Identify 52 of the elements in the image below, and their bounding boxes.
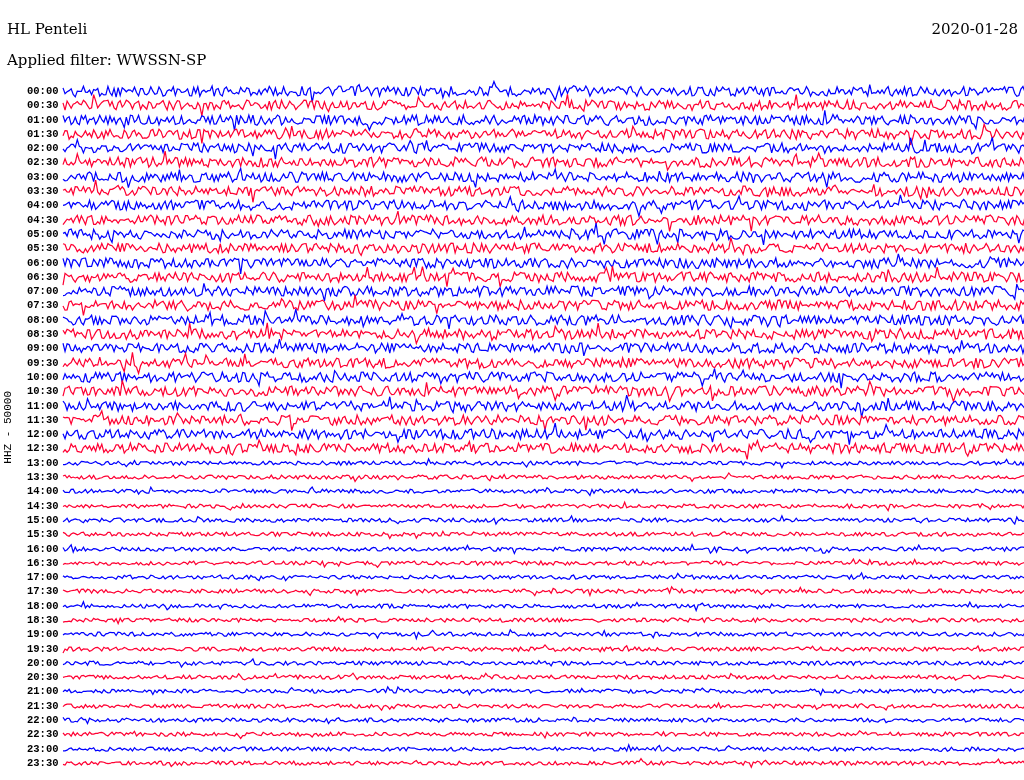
time-label: 03:00 xyxy=(26,169,60,185)
time-label: 15:30 xyxy=(26,527,60,542)
time-label: 13:30 xyxy=(26,470,60,485)
time-label: 06:30 xyxy=(26,269,60,285)
time-label: 10:30 xyxy=(26,384,60,399)
time-label: 03:30 xyxy=(26,184,60,199)
time-label: 04:30 xyxy=(26,212,60,227)
time-label: 00:30 xyxy=(26,98,60,113)
time-label: 16:30 xyxy=(26,555,60,571)
time-label: 13:00 xyxy=(26,455,60,470)
time-label: 08:30 xyxy=(26,327,60,342)
time-label: 08:00 xyxy=(26,312,60,328)
time-label: 09:30 xyxy=(26,355,60,370)
time-label: 01:00 xyxy=(26,112,60,127)
station-title: HL Penteli xyxy=(7,19,88,40)
time-label: 02:00 xyxy=(26,141,60,156)
time-label: 06:00 xyxy=(26,255,60,270)
time-label: 11:00 xyxy=(26,398,60,413)
time-label: 21:00 xyxy=(26,684,60,699)
time-label: 04:00 xyxy=(26,198,60,213)
time-label: 05:00 xyxy=(26,226,60,242)
time-label: 15:00 xyxy=(26,512,60,528)
time-label: 09:00 xyxy=(26,341,60,356)
time-label: 23:00 xyxy=(26,741,60,756)
filter-label: Applied filter: WWSSN-SP xyxy=(7,50,207,69)
time-label: 22:00 xyxy=(26,713,60,728)
time-label: 22:30 xyxy=(26,727,60,742)
time-label: 01:30 xyxy=(26,126,60,142)
time-label: 07:00 xyxy=(26,284,60,299)
date-label: 2020-01-28 xyxy=(931,19,1018,40)
time-label: 11:30 xyxy=(26,412,60,428)
time-label: 12:00 xyxy=(26,427,60,442)
time-label: 14:00 xyxy=(26,484,60,499)
time-label: 17:30 xyxy=(26,584,60,599)
time-label: 12:30 xyxy=(26,441,60,456)
time-label: 00:00 xyxy=(26,84,60,99)
time-label: 18:30 xyxy=(26,613,60,628)
time-label: 05:30 xyxy=(26,241,60,256)
time-label: 19:00 xyxy=(26,627,60,642)
time-label: 19:30 xyxy=(26,641,60,656)
time-label: 18:00 xyxy=(26,598,60,613)
time-label: 10:00 xyxy=(26,369,60,385)
time-label: 16:00 xyxy=(26,541,60,556)
time-label: 21:30 xyxy=(26,698,60,714)
time-label: 07:30 xyxy=(26,298,60,313)
time-label: 14:30 xyxy=(26,498,60,513)
time-label: 02:30 xyxy=(26,155,60,170)
time-label: 17:00 xyxy=(26,570,60,585)
time-label: 23:30 xyxy=(26,755,60,771)
time-label: 20:30 xyxy=(26,670,60,685)
time-label: 20:00 xyxy=(26,655,60,671)
axis-label: HHZ - 50000 xyxy=(1,390,15,464)
